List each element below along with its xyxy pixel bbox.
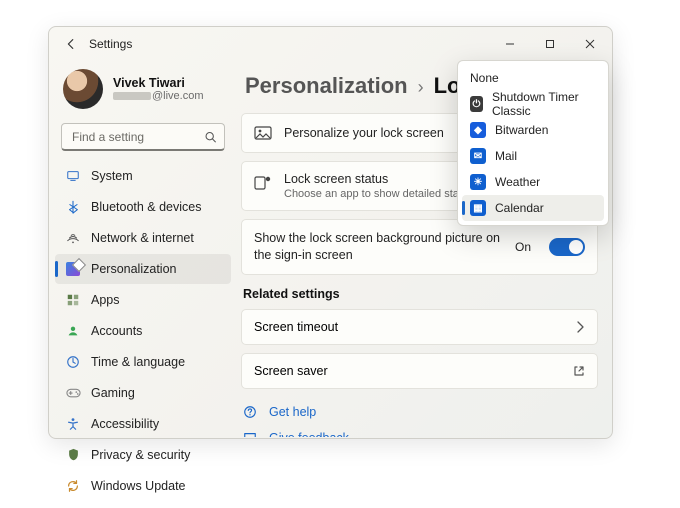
arrow-left-icon: [64, 37, 78, 51]
nav-label: Gaming: [91, 386, 135, 400]
sidebar-item-privacy[interactable]: Privacy & security: [55, 440, 231, 470]
window-title: Settings: [89, 37, 132, 51]
sidebar-item-system[interactable]: System: [55, 161, 231, 191]
dropdown-item-label: Calendar: [495, 201, 544, 215]
profile-email: @live.com: [113, 90, 204, 102]
nav-label: Network & internet: [91, 231, 194, 245]
link-screen-saver[interactable]: Screen saver: [241, 353, 598, 389]
close-button[interactable]: [570, 30, 610, 58]
sidebar-item-accounts[interactable]: Accounts: [55, 316, 231, 346]
link-get-help[interactable]: Get help: [243, 399, 596, 425]
open-external-icon: [573, 365, 585, 377]
network-icon: [65, 230, 81, 246]
avatar: [63, 69, 103, 109]
dropdown-item-label: Shutdown Timer Classic: [492, 90, 596, 118]
sidebar-item-bluetooth[interactable]: Bluetooth & devices: [55, 192, 231, 222]
update-icon: [65, 478, 81, 494]
chevron-right-icon: [575, 321, 585, 333]
help-links: Get help Give feedback: [241, 399, 598, 437]
nav-label: Windows Update: [91, 479, 186, 493]
link-give-feedback[interactable]: Give feedback: [243, 425, 596, 437]
feedback-icon: [243, 431, 259, 437]
status-icon: [254, 174, 272, 192]
card-label: Personalize your lock screen: [284, 126, 444, 140]
sidebar-item-update[interactable]: Windows Update: [55, 471, 231, 501]
link-label: Get help: [269, 405, 316, 419]
nav-label: Apps: [91, 293, 120, 307]
sidebar-item-network[interactable]: Network & internet: [55, 223, 231, 253]
nav-label: System: [91, 169, 133, 183]
dropdown-item[interactable]: ✉ Mail: [462, 143, 604, 169]
breadcrumb-parent[interactable]: Personalization: [245, 73, 408, 99]
dropdown-item[interactable]: ⏻ Shutdown Timer Classic: [462, 91, 604, 117]
app-icon: ☀: [470, 174, 486, 190]
nav-list: System Bluetooth & devices Network & int…: [55, 161, 231, 501]
app-icon: ⏻: [470, 96, 483, 112]
dropdown-item-label: None: [470, 71, 499, 85]
dropdown-item-label: Weather: [495, 175, 540, 189]
link-label: Screen saver: [254, 364, 328, 378]
sidebar-item-apps[interactable]: Apps: [55, 285, 231, 315]
nav-label: Time & language: [91, 355, 185, 369]
signin-bg-toggle[interactable]: [549, 238, 585, 256]
link-label: Screen timeout: [254, 320, 338, 334]
profile-name: Vivek Tiwari: [113, 76, 204, 90]
nav-label: Accessibility: [91, 417, 159, 431]
sidebar-item-gaming[interactable]: Gaming: [55, 378, 231, 408]
back-button[interactable]: [59, 32, 83, 56]
sidebar-item-accessibility[interactable]: Accessibility: [55, 409, 231, 439]
search-box: [61, 123, 225, 151]
link-label: Give feedback: [269, 431, 349, 437]
time-icon: [65, 354, 81, 370]
personalization-icon: [65, 261, 81, 277]
accessibility-icon: [65, 416, 81, 432]
maximize-button[interactable]: [530, 30, 570, 58]
dropdown-item[interactable]: None: [462, 65, 604, 91]
chevron-right-icon: ›: [418, 77, 424, 98]
profile-block[interactable]: Vivek Tiwari @live.com: [55, 61, 231, 121]
card-signin-bg-toggle: Show the lock screen background picture …: [241, 219, 598, 275]
link-screen-timeout[interactable]: Screen timeout: [241, 309, 598, 345]
search-icon: [204, 131, 217, 144]
nav-label: Accounts: [91, 324, 142, 338]
nav-label: Personalization: [91, 262, 176, 276]
related-settings-heading: Related settings: [243, 287, 596, 301]
dropdown-item[interactable]: ◆ Bitwarden: [462, 117, 604, 143]
close-icon: [585, 39, 595, 49]
nav-label: Bluetooth & devices: [91, 200, 202, 214]
toggle-state-text: On: [515, 240, 531, 254]
lock-status-app-dropdown[interactable]: None ⏻ Shutdown Timer Classic ◆ Bitwarden ✉ Ma…: [457, 60, 609, 226]
help-icon: [243, 405, 259, 419]
sidebar-item-personalization[interactable]: Personalization: [55, 254, 231, 284]
titlebar: Settings: [49, 27, 612, 61]
sidebar-item-time[interactable]: Time & language: [55, 347, 231, 377]
image-icon: [254, 124, 272, 142]
dropdown-item[interactable]: ▦ Calendar: [462, 195, 604, 221]
gaming-icon: [65, 385, 81, 401]
dropdown-item[interactable]: ☀ Weather: [462, 169, 604, 195]
system-icon: [65, 168, 81, 184]
app-icon: ◆: [470, 122, 486, 138]
maximize-icon: [545, 39, 555, 49]
privacy-icon: [65, 447, 81, 463]
nav-label: Privacy & security: [91, 448, 190, 462]
apps-icon: [65, 292, 81, 308]
search-input[interactable]: [61, 123, 225, 151]
minimize-icon: [505, 39, 515, 49]
dropdown-item-label: Mail: [495, 149, 517, 163]
toggle-label: Show the lock screen background picture …: [254, 230, 505, 264]
accounts-icon: [65, 323, 81, 339]
sidebar: Vivek Tiwari @live.com System Bluetooth …: [49, 61, 237, 438]
app-icon: ▦: [470, 200, 486, 216]
minimize-button[interactable]: [490, 30, 530, 58]
dropdown-item-label: Bitwarden: [495, 123, 548, 137]
bluetooth-icon: [65, 199, 81, 215]
window-controls: [490, 30, 610, 58]
app-icon: ✉: [470, 148, 486, 164]
